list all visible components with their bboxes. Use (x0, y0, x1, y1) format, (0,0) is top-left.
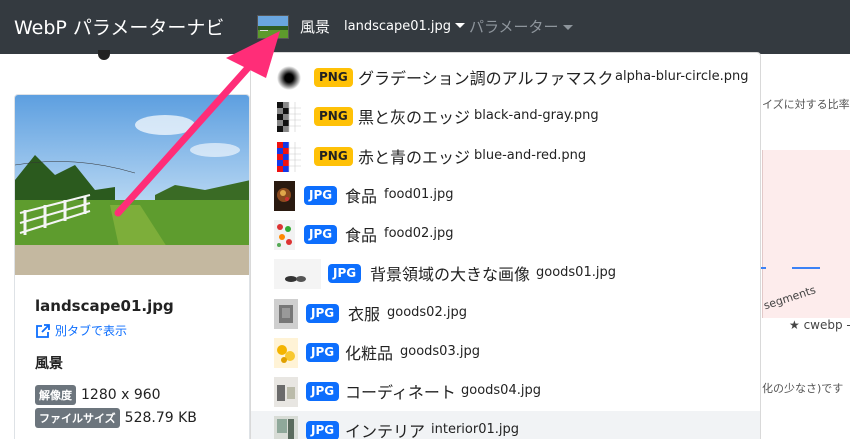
dropdown-item-food01[interactable]: JPG 食品 food01.jpg (251, 176, 760, 215)
item-filename: alpha-blur-circle.png (615, 69, 749, 84)
item-label: 赤と青のエッジ (358, 148, 471, 167)
param-dropdown-toggle[interactable]: パラメーター (469, 16, 573, 37)
item-filename: interior01.jpg (431, 422, 519, 437)
food01-thumbnail (274, 181, 295, 211)
jpg-badge: JPG (304, 225, 338, 244)
jpg-badge: JPG (306, 343, 340, 362)
bg-text-ratio: イズに対する比率 (762, 98, 850, 111)
item-label: 黒と灰のエッジ (358, 108, 471, 127)
navbar: WebP パラメーターナビ 風景 landscape01.jpg パラメーター (0, 0, 850, 54)
goods02-thumbnail (274, 299, 298, 329)
resolution-badge: 解像度 (35, 385, 76, 405)
heading-fragment (98, 50, 110, 60)
png-badge: PNG (314, 147, 353, 166)
item-label: 背景領域の大きな画像 (370, 265, 531, 284)
item-filename: food02.jpg (384, 226, 454, 241)
item-filename: blue-and-red.png (474, 148, 587, 163)
item-label: グラデーション調のアルファマスク (358, 69, 614, 88)
image-dropdown-menu: PNG グラデーション調のアルファマスク alpha-blur-circle.p… (250, 52, 761, 439)
landscape-thumbnail (257, 15, 289, 39)
image-dropdown-toggle[interactable]: landscape01.jpg (344, 19, 465, 34)
dropdown-item-goods03[interactable]: JPG 化粧品 goods03.jpg (251, 333, 760, 372)
dropdown-item-goods01[interactable]: JPG 背景領域の大きな画像 goods01.jpg (251, 254, 760, 293)
brand-title[interactable]: WebP パラメーターナビ (14, 13, 224, 40)
dropdown-item-alpha-blur-circle[interactable]: PNG グラデーション調のアルファマスク alpha-blur-circle.p… (251, 58, 760, 97)
jpg-badge: JPG (306, 421, 340, 439)
goods01-thumbnail (274, 259, 321, 289)
red-blue-checker-thumbnail (277, 142, 301, 172)
item-filename: goods03.jpg (400, 344, 480, 359)
item-label: 食品 (345, 226, 378, 245)
dropdown-item-blue-and-red[interactable]: PNG 赤と青のエッジ blue-and-red.png (251, 137, 760, 176)
dropdown-item-black-and-gray[interactable]: PNG 黒と灰のエッジ black-and-gray.png (251, 97, 760, 136)
item-filename: goods01.jpg (536, 265, 616, 280)
png-badge: PNG (314, 107, 353, 126)
jpg-badge: JPG (306, 382, 340, 401)
chart-series-line (792, 267, 820, 269)
image-card: landscape01.jpg 別タブで表示 風景 解像度 1280 x 960… (14, 94, 250, 439)
alpha-blur-circle-thumbnail (277, 63, 301, 93)
card-title: landscape01.jpg (35, 297, 174, 315)
item-filename: food01.jpg (384, 187, 454, 202)
png-badge: PNG (314, 68, 353, 87)
item-filename: goods04.jpg (461, 383, 541, 398)
item-label: 衣服 (348, 305, 381, 324)
dropdown-item-goods04[interactable]: JPG コーディネート goods04.jpg (251, 372, 760, 411)
item-filename: goods02.jpg (387, 305, 467, 320)
card-category: 風景 (35, 356, 63, 372)
param-dropdown-label: パラメーター (469, 18, 559, 36)
resolution-value: 1280 x 960 (81, 387, 161, 403)
caret-down-icon (455, 23, 465, 28)
external-link-icon (36, 323, 50, 338)
item-label: 化粧品 (345, 344, 394, 363)
jpg-badge: JPG (306, 304, 340, 323)
food02-thumbnail (274, 220, 295, 250)
jpg-badge: JPG (304, 186, 338, 205)
nav-category: 風景 (300, 18, 331, 36)
resolution-row: 解像度 1280 x 960 (35, 385, 161, 405)
interior01-thumbnail (274, 416, 298, 439)
black-gray-checker-thumbnail (277, 102, 301, 132)
dropdown-item-goods02[interactable]: JPG 衣服 goods02.jpg (251, 294, 760, 333)
image-dropdown-label: landscape01.jpg (344, 19, 451, 34)
item-label: インテリア (345, 422, 426, 439)
chart-legend-label: ★ cwebp -p (789, 318, 850, 332)
goods03-thumbnail (274, 338, 298, 368)
item-label: 食品 (345, 187, 378, 206)
dropdown-item-interior01[interactable]: JPG インテリア interior01.jpg (251, 411, 760, 439)
filesize-row: ファイルサイズ 528.79 KB (35, 408, 197, 428)
goods04-thumbnail (274, 377, 298, 407)
caret-down-icon (562, 25, 573, 30)
filesize-badge: ファイルサイズ (35, 408, 120, 428)
dropdown-item-food02[interactable]: JPG 食品 food02.jpg (251, 215, 760, 254)
landscape-photo[interactable] (15, 95, 249, 275)
item-label: コーディネート (345, 383, 456, 402)
bg-text-note: 化の少なさ)です (762, 382, 844, 395)
item-filename: black-and-gray.png (474, 108, 599, 123)
open-new-tab-link[interactable]: 別タブで表示 (35, 322, 127, 339)
filesize-value: 528.79 KB (124, 410, 197, 426)
jpg-badge: JPG (328, 264, 362, 283)
open-new-tab-label: 別タブで表示 (55, 324, 128, 338)
